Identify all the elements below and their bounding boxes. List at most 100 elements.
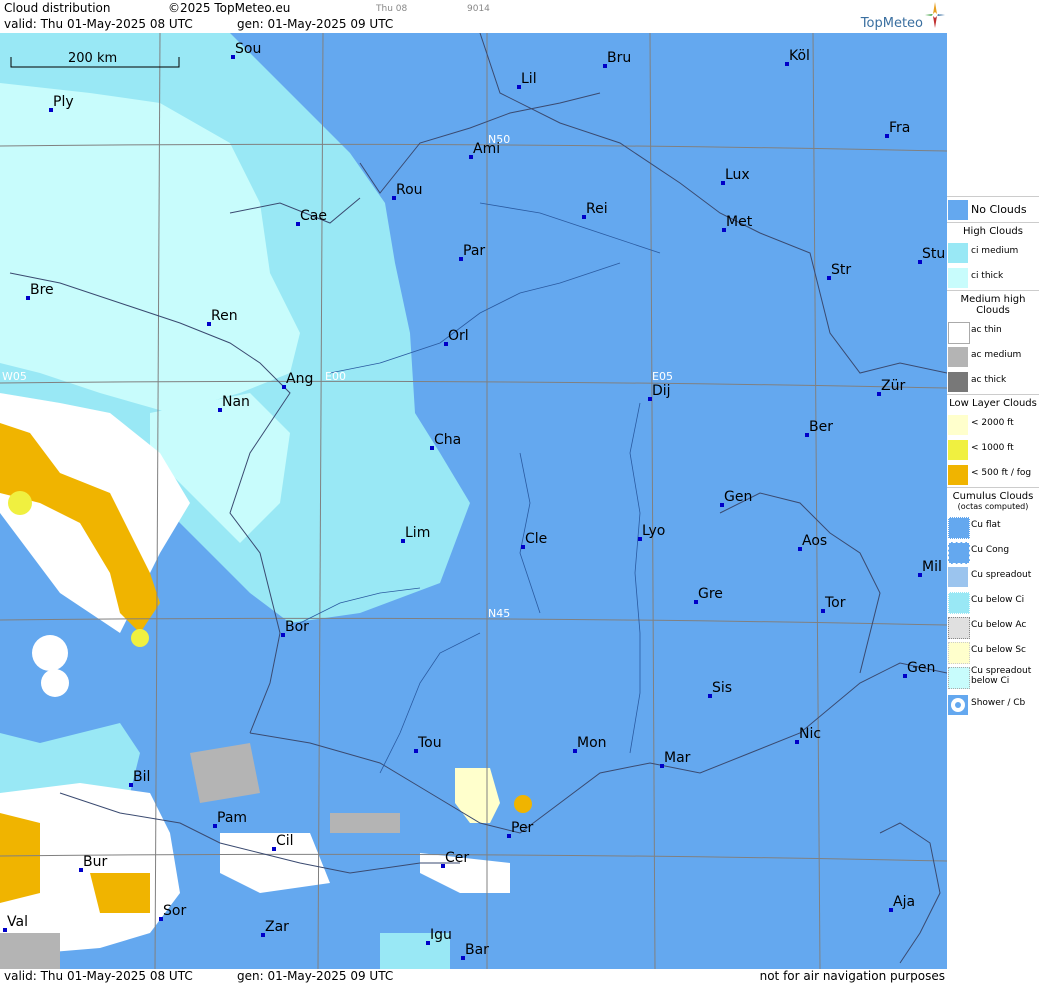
legend-row: Cu below Ci	[947, 589, 1039, 614]
city-label: Met	[722, 214, 752, 232]
legend-swatch	[948, 322, 970, 344]
city-label: Ami	[469, 141, 500, 159]
city-label: Tor	[821, 595, 846, 613]
legend-swatch	[948, 372, 968, 392]
map-footer: valid: Thu 01-May-2025 08 UTC gen: 01-Ma…	[0, 969, 947, 983]
legend-label: Cu below Sc	[971, 645, 1026, 655]
legend-swatch	[948, 642, 970, 664]
legend-swatch	[948, 268, 968, 288]
legend-swatch	[948, 465, 968, 485]
footer-valid-time: valid: Thu 01-May-2025 08 UTC	[4, 969, 193, 983]
legend-row: Cu flat	[947, 514, 1039, 539]
scale-bar: 200 km	[10, 51, 180, 69]
scale-label: 200 km	[68, 51, 118, 66]
legend-row: Cu Cong	[947, 539, 1039, 564]
grid-label-w05: W05	[2, 370, 27, 383]
city-label: Ply	[49, 94, 74, 112]
city-label: Gen	[720, 489, 752, 507]
legend-swatch	[948, 440, 968, 460]
legend-row: Cu spreadout	[947, 564, 1039, 589]
city-label: Bar	[461, 942, 489, 960]
city-label: Sis	[708, 680, 732, 698]
chart-title: Cloud distribution	[4, 1, 111, 15]
city-label: Lil	[517, 71, 537, 89]
map-header: Cloud distribution ©2025 TopMeteo.eu val…	[0, 0, 947, 33]
cloud-map: 200 km N50 N45 W05 E00 E05 Sou Bru Köl L…	[0, 33, 947, 969]
legend-swatch	[948, 347, 968, 367]
city-label: Fra	[885, 120, 910, 138]
city-label: Zar	[261, 919, 289, 937]
city-label: Per	[507, 820, 533, 838]
legend-section-title: Cumulus Clouds	[947, 487, 1039, 502]
legend-label: ac medium	[971, 350, 1022, 360]
legend-swatch	[948, 617, 970, 639]
legend-section-title: High Clouds	[947, 222, 1039, 240]
footer-generated-time: gen: 01-May-2025 09 UTC	[237, 969, 394, 983]
grid-label-n45: N45	[488, 607, 511, 620]
copyright: ©2025 TopMeteo.eu	[168, 1, 291, 15]
city-label: Rou	[392, 182, 423, 200]
legend-row: Cu spreadout below Ci	[947, 664, 1039, 692]
city-label: Cer	[441, 850, 469, 868]
city-label: Str	[827, 262, 851, 280]
map-canvas	[0, 33, 947, 969]
legend-label: Cu flat	[971, 520, 1001, 530]
legend-swatch	[948, 243, 968, 263]
legend-row: ci medium	[947, 240, 1039, 265]
legend-label: Cu Cong	[971, 545, 1010, 555]
legend-label: ci medium	[971, 246, 1019, 256]
legend-swatch	[948, 567, 968, 587]
topmeteo-logo: TopMeteo	[847, 2, 947, 32]
legend-row: ac thin	[947, 319, 1039, 344]
legend-label: ci thick	[971, 271, 1004, 281]
legend-swatch	[948, 415, 968, 435]
city-label: Gen	[903, 660, 935, 678]
city-label: Dij	[648, 383, 671, 401]
city-label: Stu	[918, 246, 945, 264]
city-label: Ber	[805, 419, 833, 437]
legend-swatch	[948, 517, 970, 539]
city-label: Lyo	[638, 523, 665, 541]
legend-swatch	[948, 667, 970, 689]
legend-label: ac thin	[971, 325, 1002, 335]
city-label: Tou	[414, 735, 442, 753]
logo-text: TopMeteo	[860, 16, 923, 31]
city-label: Pam	[213, 810, 247, 828]
city-label: Bru	[603, 50, 631, 68]
small-label-2: 9014	[467, 4, 490, 14]
city-label: Zür	[877, 378, 905, 396]
legend-swatch	[948, 542, 970, 564]
city-label: Mon	[573, 735, 607, 753]
legend-swatch	[948, 695, 968, 715]
legend-row: ac thick	[947, 369, 1039, 394]
city-label: Par	[459, 243, 485, 261]
city-label: Köl	[785, 48, 810, 66]
legend-section-title: Medium high Clouds	[947, 290, 1039, 319]
legend-row: ac medium	[947, 344, 1039, 369]
grid-label-e05: E05	[652, 370, 673, 383]
city-label: Nan	[218, 394, 250, 412]
legend-swatch	[948, 592, 970, 614]
city-label: Bur	[79, 854, 107, 872]
legend-panel: No Clouds High Clouds ci medium ci thick…	[947, 196, 1039, 717]
shower-icon	[951, 698, 965, 712]
city-label: Mar	[660, 750, 690, 768]
small-label-1: Thu 08	[376, 4, 408, 14]
legend-label: Cu below Ac	[971, 620, 1027, 630]
legend-section-title: Low Layer Clouds	[947, 394, 1039, 412]
city-label: Orl	[444, 328, 469, 346]
legend-label: < 500 ft / fog	[971, 468, 1032, 478]
legend-label: Cu spreadout below Ci	[971, 666, 1032, 686]
legend-row: Cu below Ac	[947, 614, 1039, 639]
city-label: Bil	[129, 769, 150, 787]
legend-row: Shower / Cb	[947, 692, 1039, 717]
legend-label: Cu below Ci	[971, 595, 1025, 605]
legend-section-subtitle: (octas computed)	[957, 502, 1029, 511]
legend-row: Cu below Sc	[947, 639, 1039, 664]
legend-label: < 2000 ft	[971, 418, 1014, 428]
legend-label: Shower / Cb	[971, 698, 1026, 708]
city-label: Lim	[401, 525, 430, 543]
footer-disclaimer: not for air navigation purposes	[759, 969, 945, 983]
city-label: Gre	[694, 586, 723, 604]
legend-label: No Clouds	[971, 203, 1027, 216]
